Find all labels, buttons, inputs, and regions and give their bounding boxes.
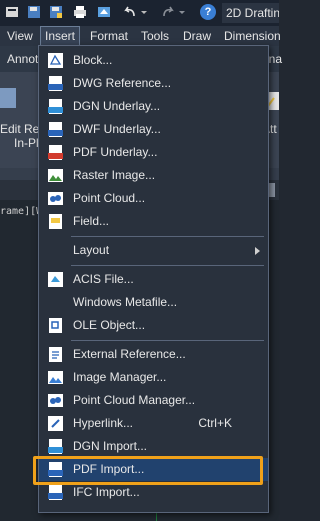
ribbon-tab-annotate[interactable]: Annot xyxy=(7,52,38,66)
hyperlink-icon xyxy=(48,416,63,431)
quick-access-toolbar: ? 2D Drafting & Annotation xyxy=(0,0,279,26)
dwg-icon xyxy=(48,76,63,91)
menu-tools[interactable]: Tools xyxy=(141,26,169,46)
redo-icon[interactable] xyxy=(160,4,176,20)
menu-item-point-cloud-manager[interactable]: Point Cloud Manager... xyxy=(39,389,268,412)
menu-item-dgn-underlay[interactable]: DGN Underlay... xyxy=(39,95,268,118)
menu-separator xyxy=(71,340,264,341)
in-place-label[interactable]: In-Pl xyxy=(14,136,39,150)
menu-item-label: Layout xyxy=(73,243,110,257)
menu-separator xyxy=(71,265,264,266)
redo-dropdown-icon[interactable] xyxy=(178,4,186,20)
menu-dimension[interactable]: Dimension xyxy=(224,26,281,46)
menu-item-field[interactable]: Field... xyxy=(39,210,268,233)
field-icon xyxy=(49,214,62,229)
menu-item-windows-metafile[interactable]: Windows Metafile... xyxy=(39,291,268,314)
layers-icon[interactable] xyxy=(4,4,20,20)
submenu-arrow-icon xyxy=(255,247,260,255)
menu-item-label: Point Cloud... xyxy=(73,191,146,205)
ifc-import-icon xyxy=(48,485,63,500)
menu-item-raster-image[interactable]: Raster Image... xyxy=(39,164,268,187)
menu-item-ifc-import[interactable]: IFC Import... xyxy=(39,481,268,504)
acis-icon xyxy=(48,272,63,287)
ole-icon xyxy=(49,318,62,333)
menu-item-label: PDF Import... xyxy=(73,462,145,476)
help-icon[interactable]: ? xyxy=(200,4,216,20)
menu-item-pdf-import[interactable]: PDF Import... xyxy=(39,458,268,481)
menu-draw[interactable]: Draw xyxy=(183,26,211,46)
print-icon[interactable] xyxy=(72,4,88,20)
block-icon xyxy=(48,53,63,68)
menu-view[interactable]: View xyxy=(7,26,33,46)
publish-icon[interactable] xyxy=(96,4,112,20)
menu-item-dwf-underlay[interactable]: DWF Underlay... xyxy=(39,118,268,141)
dwf-icon xyxy=(48,122,63,137)
xref-icon xyxy=(49,347,62,362)
undo-icon[interactable] xyxy=(122,4,138,20)
menu-item-label: PDF Underlay... xyxy=(73,145,158,159)
undo-dropdown-icon[interactable] xyxy=(140,4,148,20)
menu-item-point-cloud[interactable]: Point Cloud... xyxy=(39,187,268,210)
menu-item-label: Windows Metafile... xyxy=(73,295,178,309)
menu-item-external-reference[interactable]: External Reference... xyxy=(39,343,268,366)
insert-menu: Block... DWG Reference... DGN Underlay..… xyxy=(38,45,269,513)
menu-item-block[interactable]: Block... xyxy=(39,49,268,72)
menu-item-label: DWF Underlay... xyxy=(73,122,161,136)
menu-item-label: Field... xyxy=(73,214,110,228)
menu-item-label: Hyperlink... xyxy=(73,416,134,430)
pdf-icon xyxy=(48,145,63,160)
save-icon[interactable] xyxy=(26,4,42,20)
image-manager-icon xyxy=(48,371,63,384)
menu-insert[interactable]: Insert xyxy=(40,26,81,46)
workspace-selector[interactable]: 2D Drafting & Annotation xyxy=(222,3,279,23)
menu-item-label: DWG Reference... xyxy=(73,76,172,90)
menu-item-label: DGN Underlay... xyxy=(73,99,161,113)
menu-item-label: External Reference... xyxy=(73,347,186,361)
edit-reference-icon[interactable] xyxy=(0,86,20,110)
menu-item-ole-object[interactable]: OLE Object... xyxy=(39,314,268,337)
menu-item-label: Block... xyxy=(73,53,113,67)
pdf-import-icon xyxy=(48,462,63,477)
menu-item-acis-file[interactable]: ACIS File... xyxy=(39,268,268,291)
image-icon xyxy=(48,169,63,182)
menu-item-label: Image Manager... xyxy=(73,370,167,384)
menu-item-hyperlink[interactable]: Hyperlink... Ctrl+K xyxy=(39,412,268,435)
menu-format[interactable]: Format xyxy=(90,26,128,46)
point-cloud-manager-icon xyxy=(48,394,63,407)
menu-item-label: Point Cloud Manager... xyxy=(73,393,196,407)
menu-item-dwg-reference[interactable]: DWG Reference... xyxy=(39,72,268,95)
menu-item-pdf-underlay[interactable]: PDF Underlay... xyxy=(39,141,268,164)
menu-item-label: OLE Object... xyxy=(73,318,146,332)
menu-item-label: DGN Import... xyxy=(73,439,148,453)
point-cloud-icon xyxy=(48,192,63,205)
dgn-icon xyxy=(48,99,63,114)
viewport-label[interactable]: rame][W xyxy=(0,206,42,217)
shortcut-label: Ctrl+K xyxy=(198,416,232,430)
menu-item-label: IFC Import... xyxy=(73,485,140,499)
menu-item-label: Raster Image... xyxy=(73,168,156,182)
menu-separator xyxy=(71,236,264,237)
menu-item-image-manager[interactable]: Image Manager... xyxy=(39,366,268,389)
menu-item-dgn-import[interactable]: DGN Import... xyxy=(39,435,268,458)
menu-bar: View Insert Format Tools Draw Dimension xyxy=(0,26,281,46)
menu-item-layout[interactable]: Layout xyxy=(39,239,268,262)
save-as-icon[interactable] xyxy=(48,4,64,20)
dgn-import-icon xyxy=(48,439,63,454)
menu-item-label: ACIS File... xyxy=(73,272,134,286)
